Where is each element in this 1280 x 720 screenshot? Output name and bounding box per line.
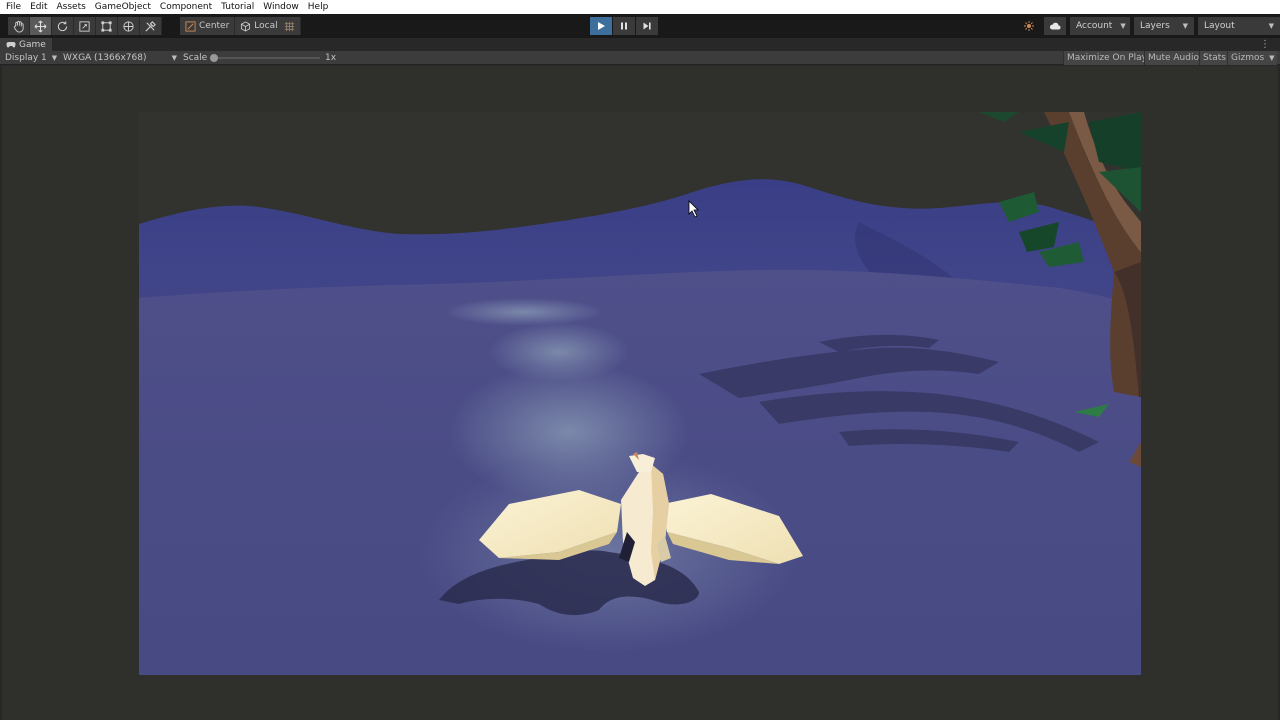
collab-icon <box>1024 21 1034 31</box>
menu-bar: File Edit Assets GameObject Component Tu… <box>0 0 1280 14</box>
chevron-down-icon: ▼ <box>51 54 58 62</box>
scale-value: 1x <box>325 53 337 63</box>
display-label: Display 1 <box>5 53 47 63</box>
game-render-view[interactable] <box>139 112 1141 675</box>
menu-help[interactable]: Help <box>308 0 329 14</box>
hand-icon <box>13 20 24 33</box>
tab-bar: Game ⋮ <box>0 38 1280 51</box>
menu-window[interactable]: Window <box>263 0 299 14</box>
rect-icon <box>101 20 112 32</box>
scale-icon <box>79 20 90 32</box>
menu-gameobject[interactable]: GameObject <box>95 0 151 14</box>
pivot-center-icon <box>185 20 196 32</box>
resolution-label: WXGA (1366x768) <box>63 53 147 63</box>
pivot-rotation-label: Local <box>254 21 278 31</box>
rotate-tool-button[interactable] <box>52 17 74 35</box>
game-view-toolbar: Display 1 ▼ WXGA (1366x768) ▼ Scale 1x Max… <box>0 51 1280 65</box>
gizmos-dropdown[interactable]: Gizmos ▼ <box>1227 51 1277 65</box>
menu-tutorial[interactable]: Tutorial <box>221 0 254 14</box>
menu-component[interactable]: Component <box>160 0 212 14</box>
transform-tools <box>8 17 162 35</box>
pivot-tools: Center Local <box>180 17 284 35</box>
grid-snap-button[interactable] <box>279 17 301 35</box>
play-icon <box>598 22 605 30</box>
pivot-rotation-toggle[interactable]: Local <box>235 17 284 35</box>
cloud-icon <box>1049 22 1061 30</box>
menu-assets[interactable]: Assets <box>57 0 86 14</box>
pivot-mode-toggle[interactable]: Center <box>180 17 236 35</box>
layers-label: Layers <box>1140 21 1170 31</box>
transform-icon <box>123 20 134 32</box>
play-button[interactable] <box>590 17 612 35</box>
grid-snap-icon <box>284 21 295 31</box>
custom-tool-icon <box>145 20 156 32</box>
rotate-icon <box>57 20 68 31</box>
layout-label: Layout <box>1204 21 1235 31</box>
more-options-icon[interactable]: ⋮ <box>1260 38 1270 51</box>
local-cube-icon <box>241 20 251 32</box>
scale-label: Scale <box>183 53 208 63</box>
step-icon <box>643 22 651 30</box>
display-dropdown[interactable]: Display 1 ▼ <box>5 51 57 65</box>
tab-game-label: Game <box>19 39 46 50</box>
menu-file[interactable]: File <box>6 0 21 14</box>
mute-audio-button[interactable]: Mute Audio <box>1144 51 1202 65</box>
play-controls <box>590 17 658 35</box>
gizmos-label: Gizmos <box>1231 53 1265 63</box>
tab-game[interactable]: Game <box>0 38 52 51</box>
collab-button[interactable] <box>1018 17 1040 35</box>
layout-dropdown[interactable]: Layout ▼ <box>1198 17 1280 35</box>
scale-slider-track[interactable] <box>212 57 320 59</box>
move-icon <box>34 20 47 32</box>
maximize-on-play-button[interactable]: Maximize On Play <box>1063 51 1150 65</box>
step-button[interactable] <box>636 17 658 35</box>
toolbar-right: Account ▼ Layers ▼ Layout ▼ <box>1018 17 1280 35</box>
scale-slider-handle[interactable] <box>210 54 218 62</box>
account-label: Account <box>1076 21 1113 31</box>
snap-tools <box>279 17 301 35</box>
layers-dropdown[interactable]: Layers ▼ <box>1134 17 1194 35</box>
transform-tool-button[interactable] <box>118 17 140 35</box>
chevron-down-icon: ▼ <box>1120 22 1126 30</box>
account-dropdown[interactable]: Account ▼ <box>1070 17 1130 35</box>
menu-edit[interactable]: Edit <box>30 0 47 14</box>
rect-tool-button[interactable] <box>96 17 118 35</box>
pivot-mode-label: Center <box>199 21 230 31</box>
pause-icon <box>621 22 627 30</box>
chevron-down-icon: ▼ <box>1268 22 1274 30</box>
chevron-down-icon: ▼ <box>1269 54 1275 62</box>
pause-button[interactable] <box>613 17 635 35</box>
game-scene <box>139 112 1141 675</box>
move-tool-button[interactable] <box>30 17 52 35</box>
main-toolbar: Center Local Account ▼ Layers ▼ Layout ▼ <box>0 14 1280 38</box>
chevron-down-icon: ▼ <box>1182 22 1188 30</box>
cloud-button[interactable] <box>1044 17 1066 35</box>
resolution-dropdown[interactable]: WXGA (1366x768) ▼ <box>63 51 177 65</box>
custom-tool-button[interactable] <box>140 17 162 35</box>
scale-tool-button[interactable] <box>74 17 96 35</box>
path-glow-far <box>444 298 604 326</box>
gamepad-icon <box>6 41 16 47</box>
stats-button[interactable]: Stats <box>1199 51 1229 65</box>
hand-tool-button[interactable] <box>8 17 30 35</box>
chevron-down-icon: ▼ <box>171 54 177 62</box>
